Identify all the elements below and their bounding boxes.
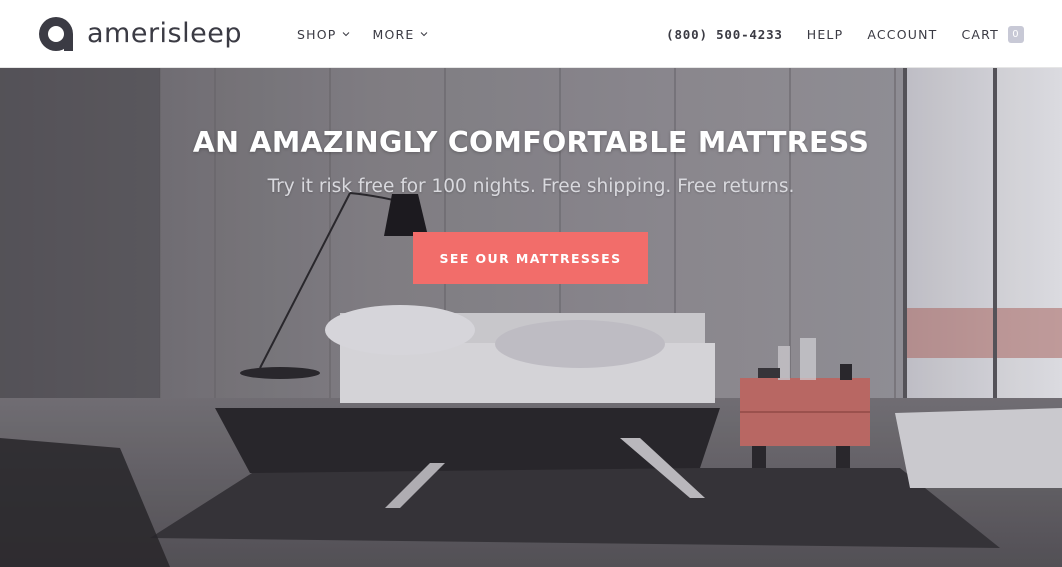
nav-more-label: MORE	[372, 26, 415, 42]
hero-title: AN AMAZINGLY COMFORTABLE MATTRESS	[192, 126, 870, 159]
nav-shop-label: SHOP	[297, 26, 337, 42]
chevron-down-icon	[342, 32, 349, 37]
nav-cart[interactable]: CART 0	[961, 25, 1024, 43]
nav-shop[interactable]: SHOP	[297, 27, 350, 42]
brand-mark-icon	[39, 17, 73, 51]
hero-subtitle: Try it risk free for 100 nights. Free sh…	[267, 176, 795, 197]
phone-link[interactable]: (800) 500-4233	[666, 27, 783, 42]
hero-section: AN AMAZINGLY COMFORTABLE MATTRESS Try it…	[0, 68, 1062, 567]
brand-name: amerisleep	[87, 18, 242, 49]
cart-count-badge: 0	[1008, 25, 1024, 43]
nav-more[interactable]: MORE	[373, 27, 428, 42]
nav-cart-label: CART	[961, 26, 999, 42]
nav-account[interactable]: ACCOUNT	[867, 27, 937, 42]
main-nav: SHOP MORE	[297, 0, 428, 68]
site-header: amerisleep SHOP MORE (800) 500-4233 HELP…	[0, 0, 1062, 68]
brand-logo[interactable]: amerisleep	[39, 17, 242, 51]
see-our-mattresses-button[interactable]: SEE OUR MATTRESSES	[413, 232, 648, 284]
nav-help[interactable]: HELP	[807, 27, 844, 42]
chevron-down-icon	[420, 32, 427, 37]
utility-nav: (800) 500-4233 HELP ACCOUNT CART 0	[666, 0, 1024, 68]
